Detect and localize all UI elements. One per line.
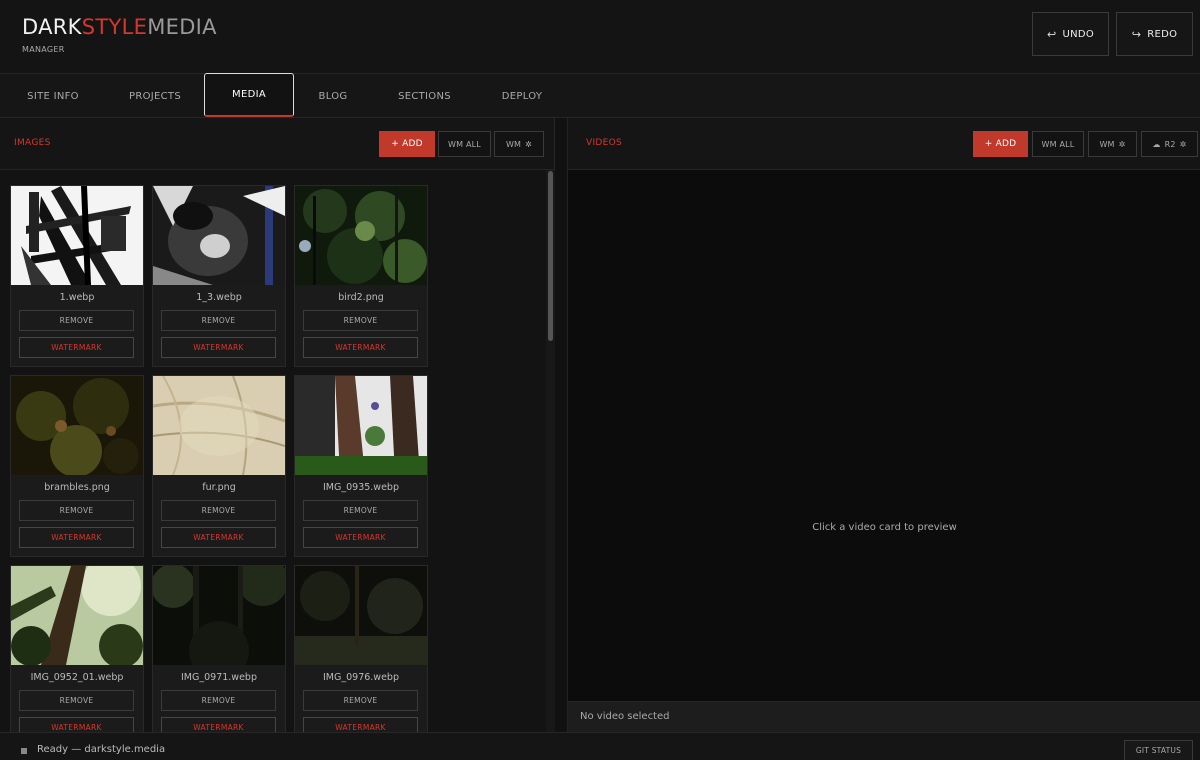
tab-projects[interactable]: PROJECTS — [106, 74, 204, 118]
video-watermark-settings-button[interactable]: WM ✲ — [1088, 131, 1137, 157]
app-logo: DARKSTYLEMEDIA — [22, 15, 217, 39]
watermark-button[interactable]: WATERMARK — [161, 337, 276, 358]
remove-button[interactable]: REMOVE — [303, 690, 418, 711]
add-image-button[interactable]: + ADD — [379, 131, 435, 157]
image-thumbnail — [153, 186, 285, 285]
tab-blog[interactable]: BLOG — [294, 74, 372, 118]
tab-site-info[interactable]: SITE INFO — [0, 74, 106, 118]
status-text: Ready — darkstyle.media — [37, 744, 166, 755]
watermark-settings-button[interactable]: WM ✲ — [494, 131, 544, 157]
redo-label: REDO — [1147, 28, 1178, 40]
status-bar: Ready — darkstyle.media GIT STATUS — [0, 732, 1200, 760]
undo-icon: ↩ — [1046, 27, 1057, 41]
image-card[interactable]: IMG_0935.webp REMOVE WATERMARK — [294, 375, 428, 557]
image-filename: IMG_0952_01.webp — [30, 672, 124, 683]
image-card[interactable]: IMG_0976.webp REMOVE WATERMARK — [294, 565, 428, 732]
watermark-button[interactable]: WATERMARK — [303, 527, 418, 548]
scrollbar-thumb[interactable] — [548, 171, 553, 341]
status-indicator-icon — [21, 748, 27, 754]
image-card[interactable]: 1_3.webp REMOVE WATERMARK — [152, 185, 286, 367]
remove-button[interactable]: REMOVE — [161, 500, 276, 521]
image-thumbnail — [153, 376, 285, 475]
watermark-button[interactable]: WATERMARK — [19, 717, 134, 732]
wm-label: WM — [505, 139, 522, 149]
videos-title: VIDEOS — [586, 138, 623, 148]
image-card[interactable]: 1.webp REMOVE WATERMARK — [10, 185, 144, 367]
wm-label: WM — [1099, 139, 1115, 149]
r2-settings-button[interactable]: ☁ R2 ✲ — [1141, 131, 1198, 157]
watermark-button[interactable]: WATERMARK — [303, 717, 418, 732]
remove-button[interactable]: REMOVE — [303, 310, 418, 331]
image-thumbnail — [153, 566, 285, 665]
logo-style: STYLE — [81, 15, 148, 39]
image-filename: bird2.png — [338, 292, 384, 303]
cloud-icon: ☁ — [1152, 139, 1161, 149]
image-grid: 1.webp REMOVE WATERMARK 1_3.webp REMOVE … — [0, 170, 546, 732]
undo-button[interactable]: ↩ UNDO — [1032, 12, 1109, 56]
remove-button[interactable]: REMOVE — [19, 690, 134, 711]
watermark-button[interactable]: WATERMARK — [19, 527, 134, 548]
watermark-button[interactable]: WATERMARK — [161, 717, 276, 732]
image-filename: fur.png — [202, 482, 236, 493]
image-card[interactable]: bird2.png REMOVE WATERMARK — [294, 185, 428, 367]
remove-button[interactable]: REMOVE — [161, 310, 276, 331]
video-footer: No video selected — [568, 701, 1200, 732]
image-card[interactable]: fur.png REMOVE WATERMARK — [152, 375, 286, 557]
watermark-all-videos-button[interactable]: WM ALL — [1032, 131, 1084, 157]
gear-icon: ✲ — [1118, 139, 1126, 149]
main-tabs: SITE INFO PROJECTS MEDIA BLOG SECTIONS D… — [0, 73, 1200, 118]
image-filename: brambles.png — [44, 482, 110, 493]
tab-sections[interactable]: SECTIONS — [372, 74, 477, 118]
video-preview-hint: Click a video card to preview — [812, 522, 957, 533]
gear-icon: ✲ — [525, 139, 533, 149]
remove-button[interactable]: REMOVE — [161, 690, 276, 711]
logo-dark: DARK — [22, 15, 82, 39]
videos-panel-header: VIDEOS + ADD WM ALL WM ✲ ☁ R2 ✲ — [568, 118, 1200, 170]
gear-icon: ✲ — [1179, 139, 1187, 149]
remove-button[interactable]: REMOVE — [19, 310, 134, 331]
undo-label: UNDO — [1062, 28, 1095, 40]
remove-button[interactable]: REMOVE — [303, 500, 418, 521]
image-thumbnail — [11, 376, 143, 475]
image-thumbnail — [295, 186, 427, 285]
video-selection-status: No video selected — [580, 711, 670, 722]
image-card[interactable]: IMG_0971.webp REMOVE WATERMARK — [152, 565, 286, 732]
watermark-button[interactable]: WATERMARK — [303, 337, 418, 358]
watermark-button[interactable]: WATERMARK — [161, 527, 276, 548]
git-status-button[interactable]: GIT STATUS — [1124, 740, 1193, 760]
videos-panel: VIDEOS + ADD WM ALL WM ✲ ☁ R2 ✲ Click a … — [567, 118, 1200, 732]
image-filename: IMG_0971.webp — [181, 672, 257, 683]
images-panel: IMAGES + ADD WM ALL WM ✲ 1.webp REMOVE W — [0, 118, 555, 732]
redo-button[interactable]: ↪ REDO — [1116, 12, 1193, 56]
image-filename: 1.webp — [59, 292, 95, 303]
watermark-all-images-button[interactable]: WM ALL — [438, 131, 491, 157]
image-thumbnail — [295, 376, 427, 475]
images-panel-header: IMAGES + ADD WM ALL WM ✲ — [0, 118, 554, 170]
tab-deploy[interactable]: DEPLOY — [477, 74, 567, 118]
image-thumbnail — [11, 186, 143, 285]
redo-icon: ↪ — [1131, 27, 1142, 41]
tab-media[interactable]: MEDIA — [204, 73, 294, 117]
image-card[interactable]: IMG_0952_01.webp REMOVE WATERMARK — [10, 565, 144, 732]
image-thumbnail — [11, 566, 143, 665]
app-header: DARKSTYLEMEDIA MANAGER ↩ UNDO ↪ REDO — [0, 0, 1200, 74]
image-filename: 1_3.webp — [196, 292, 242, 303]
image-card[interactable]: brambles.png REMOVE WATERMARK — [10, 375, 144, 557]
watermark-button[interactable]: WATERMARK — [19, 337, 134, 358]
image-thumbnail — [295, 566, 427, 665]
images-title: IMAGES — [14, 138, 51, 148]
image-filename: IMG_0935.webp — [323, 482, 399, 493]
image-grid-scrollbar[interactable] — [546, 170, 555, 732]
remove-button[interactable]: REMOVE — [19, 500, 134, 521]
add-video-button[interactable]: + ADD — [973, 131, 1028, 157]
app-subtitle: MANAGER — [22, 45, 65, 54]
image-filename: IMG_0976.webp — [323, 672, 399, 683]
logo-media: MEDIA — [147, 15, 217, 39]
r2-label: R2 — [1164, 139, 1176, 149]
